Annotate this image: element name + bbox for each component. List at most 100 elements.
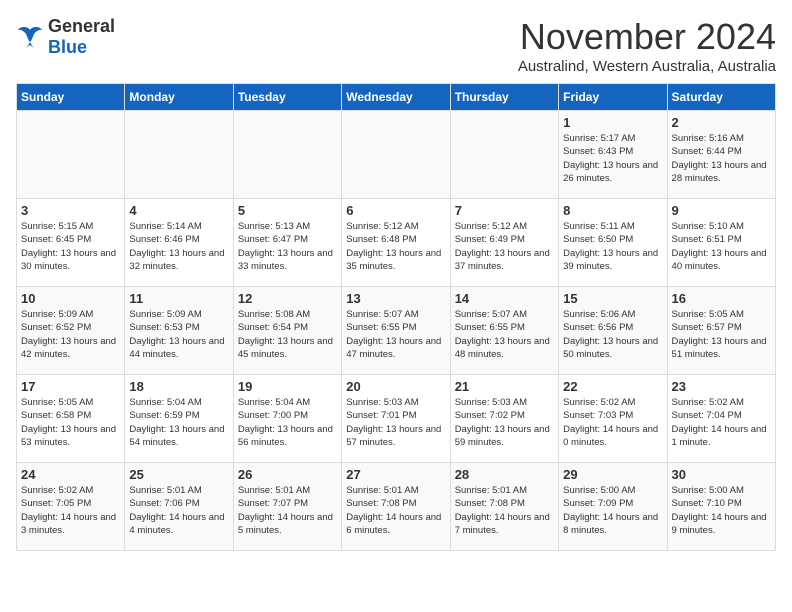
day-number: 21 bbox=[455, 379, 554, 394]
day-cell: 21Sunrise: 5:03 AMSunset: 7:02 PMDayligh… bbox=[450, 375, 558, 463]
day-cell: 10 Sunrise: 5:09 AMSunset: 6:52 PMDayligh… bbox=[17, 287, 125, 375]
day-info: Sunrise: 5:17 AMSunset: 6:43 PMDaylight:… bbox=[563, 132, 662, 185]
col-header-saturday: Saturday bbox=[667, 84, 775, 111]
day-number: 3 bbox=[21, 203, 120, 218]
day-number: 18 bbox=[129, 379, 228, 394]
day-cell: 12 Sunrise: 5:08 AMSunset: 6:54 PMDayligh… bbox=[233, 287, 341, 375]
day-number: 16 bbox=[672, 291, 771, 306]
day-cell bbox=[125, 111, 233, 199]
day-info: Sunrise: 5:13 AMSunset: 6:47 PMDaylight:… bbox=[238, 220, 337, 273]
day-info: Sunrise: 5:12 AMSunset: 6:49 PMDaylight:… bbox=[455, 220, 554, 273]
col-header-sunday: Sunday bbox=[17, 84, 125, 111]
day-cell: 28 Sunrise: 5:01 AMSunset: 7:08 PMDayligh… bbox=[450, 463, 558, 551]
day-cell: 19Sunrise: 5:04 AMSunset: 7:00 PMDayligh… bbox=[233, 375, 341, 463]
day-cell: 29Sunrise: 5:00 AMSunset: 7:09 PMDayligh… bbox=[559, 463, 667, 551]
day-number: 14 bbox=[455, 291, 554, 306]
day-number: 30 bbox=[672, 467, 771, 482]
day-info: Sunrise: 5:01 AMSunset: 7:08 PMDaylight:… bbox=[455, 484, 554, 537]
day-cell bbox=[233, 111, 341, 199]
day-info: Sunrise: 5:11 AMSunset: 6:50 PMDaylight:… bbox=[563, 220, 662, 273]
day-info: Sunrise: 5:05 AMSunset: 6:57 PMDaylight:… bbox=[672, 308, 771, 361]
day-info: Sunrise: 5:04 AMSunset: 6:59 PMDaylight:… bbox=[129, 396, 228, 449]
day-info: Sunrise: 5:02 AMSunset: 7:05 PMDaylight:… bbox=[21, 484, 120, 537]
day-cell: 27 Sunrise: 5:01 AMSunset: 7:08 PMDayligh… bbox=[342, 463, 450, 551]
day-cell: 16 Sunrise: 5:05 AMSunset: 6:57 PMDayligh… bbox=[667, 287, 775, 375]
day-number: 24 bbox=[21, 467, 120, 482]
day-number: 25 bbox=[129, 467, 228, 482]
day-cell: 7Sunrise: 5:12 AMSunset: 6:49 PMDaylight… bbox=[450, 199, 558, 287]
week-row-2: 3 Sunrise: 5:15 AMSunset: 6:45 PMDaylight… bbox=[17, 199, 776, 287]
day-info: Sunrise: 5:01 AMSunset: 7:08 PMDaylight:… bbox=[346, 484, 445, 537]
day-info: Sunrise: 5:02 AMSunset: 7:04 PMDaylight:… bbox=[672, 396, 771, 449]
day-number: 4 bbox=[129, 203, 228, 218]
col-header-friday: Friday bbox=[559, 84, 667, 111]
day-cell: 25Sunrise: 5:01 AMSunset: 7:06 PMDayligh… bbox=[125, 463, 233, 551]
day-number: 29 bbox=[563, 467, 662, 482]
day-cell: 6 Sunrise: 5:12 AMSunset: 6:48 PMDaylight… bbox=[342, 199, 450, 287]
day-number: 9 bbox=[672, 203, 771, 218]
day-cell: 24 Sunrise: 5:02 AMSunset: 7:05 PMDayligh… bbox=[17, 463, 125, 551]
day-number: 13 bbox=[346, 291, 445, 306]
day-info: Sunrise: 5:04 AMSunset: 7:00 PMDaylight:… bbox=[238, 396, 337, 449]
day-number: 23 bbox=[672, 379, 771, 394]
day-info: Sunrise: 5:01 AMSunset: 7:07 PMDaylight:… bbox=[238, 484, 337, 537]
day-info: Sunrise: 5:00 AMSunset: 7:10 PMDaylight:… bbox=[672, 484, 771, 537]
day-cell: 18 Sunrise: 5:04 AMSunset: 6:59 PMDayligh… bbox=[125, 375, 233, 463]
day-number: 6 bbox=[346, 203, 445, 218]
day-cell: 1 Sunrise: 5:17 AMSunset: 6:43 PMDaylight… bbox=[559, 111, 667, 199]
day-number: 27 bbox=[346, 467, 445, 482]
day-number: 12 bbox=[238, 291, 337, 306]
day-cell: 22 Sunrise: 5:02 AMSunset: 7:03 PMDayligh… bbox=[559, 375, 667, 463]
day-cell: 17Sunrise: 5:05 AMSunset: 6:58 PMDayligh… bbox=[17, 375, 125, 463]
day-number: 2 bbox=[672, 115, 771, 130]
day-number: 22 bbox=[563, 379, 662, 394]
day-info: Sunrise: 5:07 AMSunset: 6:55 PMDaylight:… bbox=[455, 308, 554, 361]
day-number: 28 bbox=[455, 467, 554, 482]
week-row-5: 24 Sunrise: 5:02 AMSunset: 7:05 PMDayligh… bbox=[17, 463, 776, 551]
header-row: SundayMondayTuesdayWednesdayThursdayFrid… bbox=[17, 84, 776, 111]
logo-general: General bbox=[48, 16, 115, 36]
calendar-table: SundayMondayTuesdayWednesdayThursdayFrid… bbox=[16, 83, 776, 551]
col-header-tuesday: Tuesday bbox=[233, 84, 341, 111]
week-row-1: 1 Sunrise: 5:17 AMSunset: 6:43 PMDaylight… bbox=[17, 111, 776, 199]
logo-bird-icon bbox=[16, 26, 44, 48]
day-info: Sunrise: 5:14 AMSunset: 6:46 PMDaylight:… bbox=[129, 220, 228, 273]
month-title: November 2024 bbox=[518, 16, 776, 58]
day-info: Sunrise: 5:07 AMSunset: 6:55 PMDaylight:… bbox=[346, 308, 445, 361]
day-cell: 5 Sunrise: 5:13 AMSunset: 6:47 PMDaylight… bbox=[233, 199, 341, 287]
logo: General Blue bbox=[16, 16, 115, 58]
logo-text: General Blue bbox=[48, 16, 115, 58]
day-cell bbox=[342, 111, 450, 199]
day-cell: 11 Sunrise: 5:09 AMSunset: 6:53 PMDayligh… bbox=[125, 287, 233, 375]
day-cell bbox=[17, 111, 125, 199]
day-info: Sunrise: 5:05 AMSunset: 6:58 PMDaylight:… bbox=[21, 396, 120, 449]
day-info: Sunrise: 5:08 AMSunset: 6:54 PMDaylight:… bbox=[238, 308, 337, 361]
day-cell: 13 Sunrise: 5:07 AMSunset: 6:55 PMDayligh… bbox=[342, 287, 450, 375]
day-info: Sunrise: 5:02 AMSunset: 7:03 PMDaylight:… bbox=[563, 396, 662, 449]
day-info: Sunrise: 5:16 AMSunset: 6:44 PMDaylight:… bbox=[672, 132, 771, 185]
day-number: 5 bbox=[238, 203, 337, 218]
day-number: 10 bbox=[21, 291, 120, 306]
day-number: 20 bbox=[346, 379, 445, 394]
day-cell: 20Sunrise: 5:03 AMSunset: 7:01 PMDayligh… bbox=[342, 375, 450, 463]
day-cell bbox=[450, 111, 558, 199]
day-number: 1 bbox=[563, 115, 662, 130]
location-title: Australind, Western Australia, Australia bbox=[518, 58, 776, 75]
day-info: Sunrise: 5:12 AMSunset: 6:48 PMDaylight:… bbox=[346, 220, 445, 273]
day-number: 11 bbox=[129, 291, 228, 306]
col-header-thursday: Thursday bbox=[450, 84, 558, 111]
day-info: Sunrise: 5:06 AMSunset: 6:56 PMDaylight:… bbox=[563, 308, 662, 361]
week-row-4: 17Sunrise: 5:05 AMSunset: 6:58 PMDayligh… bbox=[17, 375, 776, 463]
day-info: Sunrise: 5:09 AMSunset: 6:52 PMDaylight:… bbox=[21, 308, 120, 361]
day-cell: 9Sunrise: 5:10 AMSunset: 6:51 PMDaylight… bbox=[667, 199, 775, 287]
day-info: Sunrise: 5:09 AMSunset: 6:53 PMDaylight:… bbox=[129, 308, 228, 361]
day-cell: 2 Sunrise: 5:16 AMSunset: 6:44 PMDaylight… bbox=[667, 111, 775, 199]
day-cell: 8Sunrise: 5:11 AMSunset: 6:50 PMDaylight… bbox=[559, 199, 667, 287]
day-number: 26 bbox=[238, 467, 337, 482]
day-cell: 14 Sunrise: 5:07 AMSunset: 6:55 PMDayligh… bbox=[450, 287, 558, 375]
day-info: Sunrise: 5:15 AMSunset: 6:45 PMDaylight:… bbox=[21, 220, 120, 273]
day-cell: 15Sunrise: 5:06 AMSunset: 6:56 PMDayligh… bbox=[559, 287, 667, 375]
day-cell: 23 Sunrise: 5:02 AMSunset: 7:04 PMDayligh… bbox=[667, 375, 775, 463]
header: General Blue November 2024 Australind, W… bbox=[16, 16, 776, 75]
day-cell: 4 Sunrise: 5:14 AMSunset: 6:46 PMDaylight… bbox=[125, 199, 233, 287]
